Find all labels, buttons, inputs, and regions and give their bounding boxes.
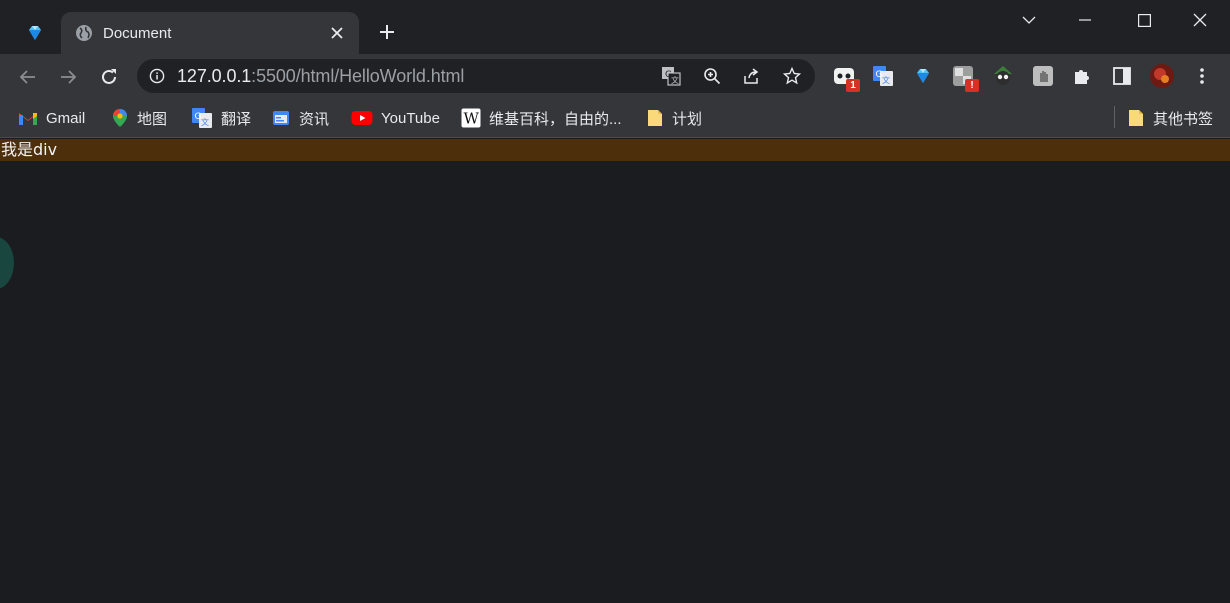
bookmark-label: 维基百科，自由的... — [489, 110, 622, 128]
div-element: 我是div — [0, 139, 1230, 161]
extension-diamond-button[interactable] — [909, 62, 937, 90]
close-icon — [1193, 13, 1207, 27]
globe-icon — [76, 25, 92, 41]
svg-text:W: W — [464, 110, 480, 128]
minimize-icon — [1079, 19, 1091, 21]
bookmark-maps[interactable]: 地图 — [111, 104, 167, 132]
extension-4-badge: ! — [965, 79, 979, 92]
arrow-right-icon — [61, 70, 77, 84]
svg-text:文: 文 — [671, 75, 679, 85]
youtube-icon — [351, 111, 373, 125]
zoom-in-icon — [704, 68, 721, 85]
svg-text:文: 文 — [201, 117, 209, 127]
bookmark-label: YouTube — [381, 109, 440, 127]
bookmark-youtube[interactable]: YouTube — [351, 104, 440, 132]
maximize-icon — [1137, 13, 1151, 27]
tab-search-button[interactable] — [1001, 0, 1057, 40]
bookmark-label: 地图 — [137, 110, 168, 128]
maps-pin-icon — [113, 109, 127, 127]
other-bookmarks-label: 其他书签 — [1153, 110, 1214, 128]
extensions-menu-button[interactable] — [1068, 62, 1096, 90]
tab-title: Document — [103, 24, 172, 42]
close-window-button[interactable] — [1172, 0, 1228, 40]
bookmark-label: 翻译 — [221, 110, 252, 128]
google-translate-icon: G 文 — [873, 66, 893, 86]
translate-page-button[interactable]: G 文 — [657, 62, 685, 90]
diamond-icon — [917, 69, 929, 83]
side-panel-button[interactable] — [1108, 62, 1136, 90]
bookmark-translate[interactable]: G 文 翻译 — [191, 104, 251, 132]
extension-6-button[interactable] — [1029, 62, 1057, 90]
toolbar: 127.0.0.1:5500/html/HelloWorld.html G 文 — [0, 54, 1230, 98]
url-text: 127.0.0.1:5500/html/HelloWorld.html — [177, 66, 464, 87]
tab-close-button[interactable] — [323, 19, 351, 47]
extension-translate-button[interactable]: G 文 — [869, 62, 897, 90]
browser-menu-button[interactable] — [1188, 62, 1216, 90]
other-bookmarks-folder[interactable]: 其他书签 — [1127, 104, 1213, 132]
page-viewport: 我是div — [0, 139, 1230, 603]
bookmark-gmail[interactable]: Gmail — [18, 104, 85, 132]
folder-icon — [648, 110, 662, 126]
bookmark-label: 计划 — [672, 110, 703, 128]
new-tab-button[interactable] — [373, 18, 401, 46]
svg-text:文: 文 — [882, 75, 890, 85]
puzzle-icon — [1075, 70, 1089, 84]
back-button[interactable] — [13, 62, 43, 92]
bookmark-label: 资讯 — [299, 110, 330, 128]
star-icon — [783, 67, 801, 85]
avatar-icon — [1150, 64, 1174, 88]
news-icon — [273, 111, 289, 125]
more-vertical-icon — [1200, 68, 1204, 84]
extension-5-button[interactable] — [989, 62, 1017, 90]
floating-side-button[interactable] — [0, 237, 14, 289]
wikipedia-icon: W — [461, 108, 481, 128]
folder-icon — [1129, 110, 1143, 126]
url-host: 127.0.0.1 — [177, 65, 252, 86]
extension-1-badge: 1 — [846, 79, 860, 92]
extension-4-button[interactable]: ! — [949, 62, 979, 92]
browser-chrome: Document 127.0.0.1:5500/html/HelloWorld.… — [0, 0, 1230, 138]
address-bar[interactable]: 127.0.0.1:5500/html/HelloWorld.html G 文 — [137, 59, 815, 93]
bookmark-news[interactable]: 资讯 — [271, 104, 329, 132]
zoom-button[interactable] — [698, 62, 726, 90]
tab-document[interactable]: Document — [61, 12, 359, 54]
pinned-tab[interactable] — [14, 18, 56, 48]
tab-strip: Document — [0, 0, 1230, 54]
bookmark-star-button[interactable] — [778, 62, 806, 90]
info-icon[interactable] — [149, 68, 165, 84]
minimize-button[interactable] — [1057, 0, 1113, 40]
gmail-icon — [19, 113, 37, 125]
side-panel-icon — [1113, 67, 1131, 85]
url-path: :5500/html/HelloWorld.html — [251, 65, 465, 86]
extension-1-button[interactable]: 1 — [830, 62, 860, 92]
extension-character-icon — [994, 66, 1012, 85]
bookmark-wikipedia[interactable]: W 维基百科，自由的... — [461, 104, 622, 132]
reload-button[interactable] — [94, 62, 124, 92]
reload-icon — [102, 69, 116, 84]
profile-avatar[interactable] — [1148, 62, 1176, 90]
diamond-icon — [29, 26, 41, 40]
share-icon — [744, 68, 759, 84]
maximize-button[interactable] — [1116, 0, 1172, 40]
chevron-down-icon — [1022, 16, 1036, 24]
forward-button[interactable] — [53, 62, 83, 92]
google-translate-icon: G 文 — [192, 108, 212, 128]
close-icon — [331, 27, 343, 39]
bookmarks-bar: Gmail 地图 G 文 翻译 资讯 YouTube W 维基百科，自由的...… — [0, 98, 1230, 138]
bookmark-label: Gmail — [46, 109, 86, 127]
share-button[interactable] — [738, 62, 766, 90]
bookmarks-divider — [1114, 106, 1115, 128]
bookmark-folder-plan[interactable]: 计划 — [646, 104, 702, 132]
translate-icon: G 文 — [662, 67, 681, 86]
plus-icon — [380, 25, 394, 39]
extension-hand-icon — [1033, 66, 1053, 86]
arrow-left-icon — [19, 70, 35, 84]
